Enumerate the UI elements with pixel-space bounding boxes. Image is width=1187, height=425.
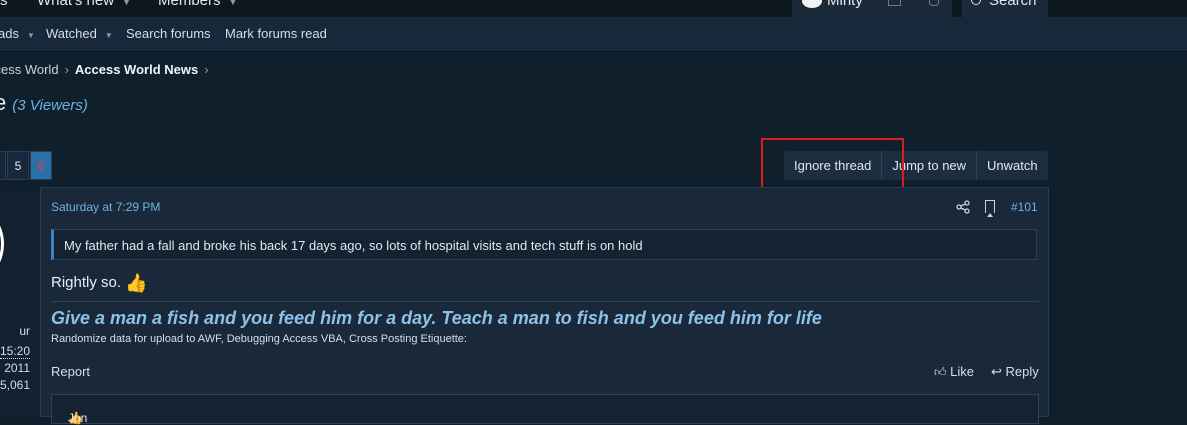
nav-tab-label: Members (158, 0, 221, 9)
username-link[interactable]: Minty (827, 0, 863, 9)
user-sidebar: ur 15:20 2011 5,061 (0, 187, 40, 417)
jump-to-new-button[interactable]: Jump to new (882, 151, 978, 180)
breadcrumb-item[interactable]: Access World News (75, 62, 198, 77)
signature-title: Give a man a fish and you feed him for a… (51, 308, 822, 328)
user-menu-bar: Minty (792, 0, 952, 17)
post-body: Rightly so. 👍 (51, 273, 147, 294)
viewers-count[interactable]: (3 Viewers) (12, 97, 88, 114)
chevron-down-icon[interactable]: ▼ (105, 31, 113, 40)
subnav-label: ads (0, 26, 19, 41)
thumbs-up-icon: 👍 (125, 273, 148, 293)
subnav-label: Watched (46, 26, 97, 41)
breadcrumb: ccess World › Access World News › (0, 62, 215, 77)
reply-button[interactable]: ↩ Reply (991, 364, 1039, 380)
avatar[interactable] (802, 0, 822, 8)
like-label: Like (950, 364, 975, 379)
signature-divider (51, 301, 1039, 302)
report-link[interactable]: Report (51, 364, 90, 379)
avatar[interactable] (0, 212, 4, 276)
search-icon (971, 0, 981, 5)
user-stat: 2011 (4, 361, 30, 375)
nav-tab-whats-new[interactable]: What's new ▼ (37, 0, 131, 9)
user-stat: 5,061 (0, 378, 30, 392)
user-stat[interactable]: 15:20 (0, 344, 30, 359)
pagination: 5 6 (0, 151, 53, 180)
reply-label: Reply (1005, 364, 1039, 379)
user-title: ur (19, 324, 30, 338)
page-link[interactable] (0, 151, 6, 180)
nav-tab-members[interactable]: Members ▼ (158, 0, 237, 9)
quote-text: My father had a fall and broke his back … (64, 238, 643, 253)
page-title: e (3 Viewers) (0, 90, 88, 116)
subnav-mark-forums-read[interactable]: Mark forums read (225, 26, 327, 41)
subnav-search-forums[interactable]: Search forums (126, 26, 211, 41)
reactions-bar: 👍 Jon (51, 394, 1039, 425)
post-card: Saturday at 7:29 PM #101 My father had a… (40, 187, 1049, 425)
chevron-right-icon: › (204, 62, 209, 77)
chevron-right-icon: › (64, 62, 69, 77)
nav-tab-label: What's new (37, 0, 115, 9)
top-navigation: s What's new ▼ Members ▼ Minty Search (0, 0, 1187, 17)
post-number[interactable]: #101 (1011, 200, 1038, 214)
chevron-down-icon[interactable]: ▼ (122, 0, 131, 7)
quote-block: My father had a fall and broke his back … (51, 229, 1037, 260)
chevron-down-icon[interactable]: ▼ (27, 31, 35, 40)
thread-actions: Ignore thread Jump to new Unwatch (784, 151, 1048, 180)
subnav-watched[interactable]: Watched ▼ (46, 26, 113, 41)
page-current[interactable]: 6 (30, 151, 52, 180)
search-bar[interactable]: Search (962, 0, 1048, 17)
share-icon[interactable] (956, 200, 970, 214)
breadcrumb-item[interactable]: ccess World (0, 62, 59, 77)
post-body-text: Rightly so. (51, 274, 122, 291)
reply-icon: ↩ (991, 364, 1002, 379)
ignore-thread-button[interactable]: Ignore thread (784, 151, 883, 180)
subnav-threads[interactable]: ads ▼ (0, 26, 35, 41)
reaction-user: Jon (68, 411, 88, 425)
thumbs-up-icon: 👍︎ (934, 365, 947, 379)
bookmark-icon[interactable] (985, 200, 995, 217)
like-button[interactable]: 👍︎ Like (934, 364, 974, 380)
thread-title: e (0, 90, 7, 115)
chevron-down-icon[interactable]: ▼ (229, 0, 238, 7)
inbox-icon[interactable] (888, 0, 901, 6)
page-link[interactable]: 5 (7, 151, 29, 180)
sub-navigation: ads ▼ Watched ▼ Search forums Mark forums … (0, 17, 1187, 50)
search-label: Search (989, 0, 1037, 9)
bell-icon[interactable] (929, 0, 939, 6)
post-date[interactable]: Saturday at 7:29 PM (51, 200, 160, 214)
unwatch-button[interactable]: Unwatch (977, 151, 1048, 180)
nav-tab-label: s (0, 0, 8, 9)
signature-links[interactable]: Randomize data for upload to AWF, Debugg… (51, 333, 467, 345)
nav-tab-forums[interactable]: s (0, 0, 8, 9)
